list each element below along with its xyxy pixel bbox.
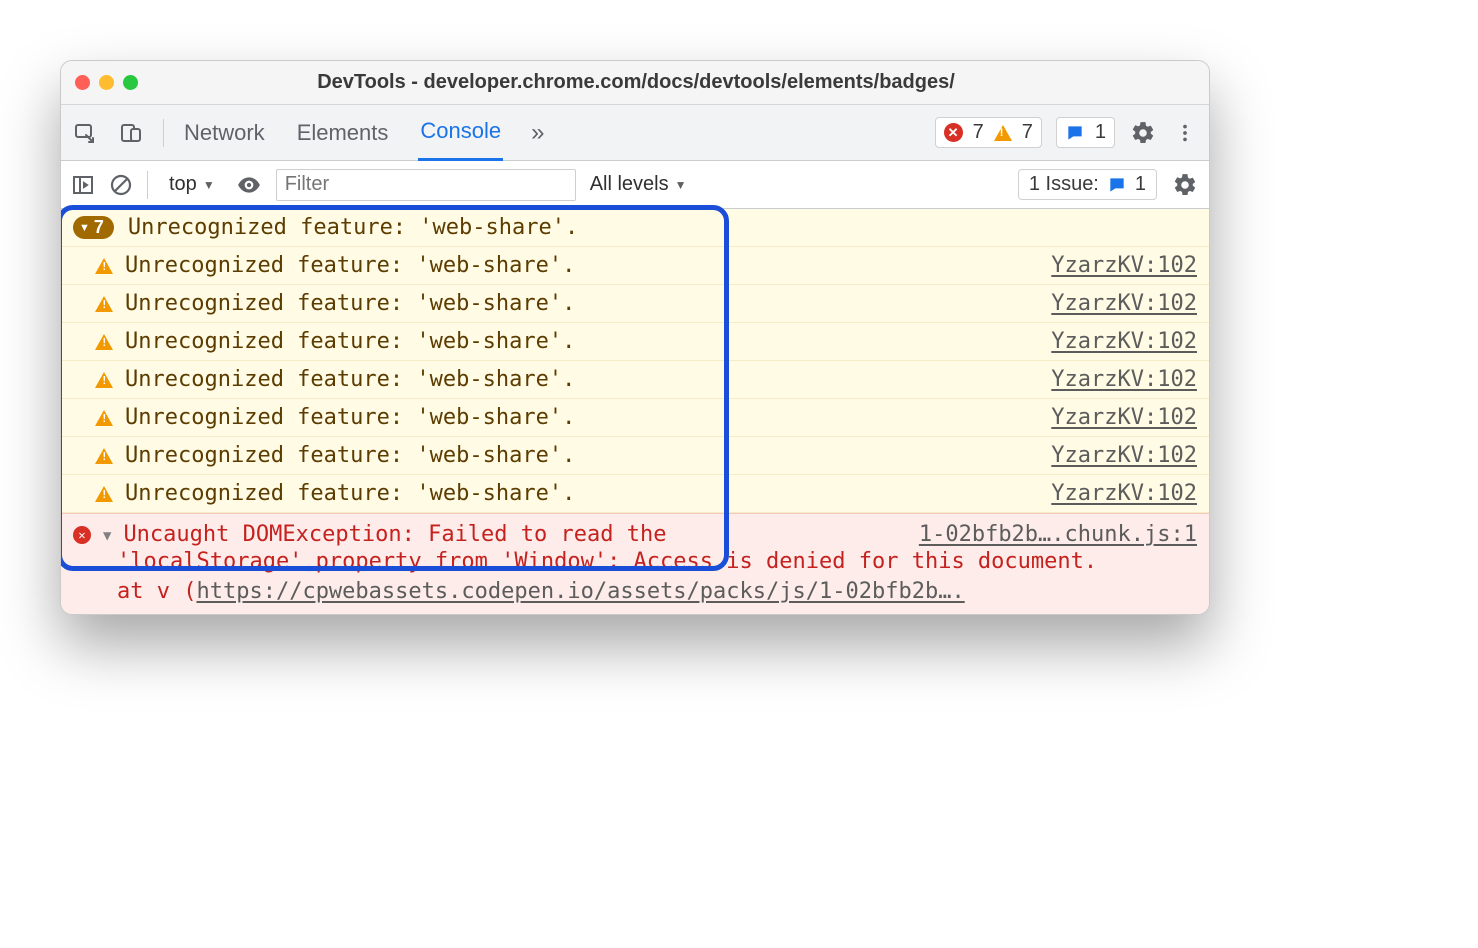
console-filter-input[interactable] [276, 169, 576, 201]
clear-console-icon[interactable] [109, 173, 133, 197]
console-output: ▼ 7 Unrecognized feature: 'web-share'. U… [61, 209, 1209, 614]
console-filter-bar: top ▼ All levels ▼ 1 Issue: 1 [61, 161, 1209, 209]
console-warning-row: Unrecognized feature: 'web-share'. YzarzK… [61, 361, 1209, 399]
warning-count: 7 [1022, 121, 1033, 144]
warning-group-header[interactable]: ▼ 7 Unrecognized feature: 'web-share'. [61, 209, 1209, 247]
tab-elements[interactable]: Elements [295, 106, 391, 160]
error-icon: ✕ [944, 123, 963, 142]
console-settings-icon[interactable] [1171, 171, 1199, 199]
warning-message: Unrecognized feature: 'web-share'. [125, 443, 1039, 468]
window-title: DevTools - developer.chrome.com/docs/dev… [147, 71, 1195, 94]
warning-icon [994, 125, 1012, 141]
chevron-down-icon: ▼ [79, 222, 90, 234]
warning-source-link[interactable]: YzarzKV:102 [1051, 481, 1197, 506]
warning-source-link[interactable]: YzarzKV:102 [1051, 367, 1197, 392]
console-warning-row: Unrecognized feature: 'web-share'. YzarzK… [61, 437, 1209, 475]
kebab-menu-icon[interactable] [1171, 119, 1199, 147]
more-tabs-icon[interactable]: » [531, 119, 544, 147]
warning-source-link[interactable]: YzarzKV:102 [1051, 253, 1197, 278]
error-message-line1: Uncaught DOMException: Failed to read th… [123, 522, 666, 547]
warning-message: Unrecognized feature: 'web-share'. [125, 481, 1039, 506]
warning-source-link[interactable]: YzarzKV:102 [1051, 291, 1197, 316]
chevron-down-icon: ▼ [203, 178, 215, 192]
warning-message: Unrecognized feature: 'web-share'. [125, 367, 1039, 392]
chevron-down-icon[interactable]: ▼ [103, 528, 111, 544]
error-source-link[interactable]: 1-02bfb2b….chunk.js:1 [919, 522, 1197, 547]
error-message-line2: 'localStorage' property from 'Window': A… [117, 549, 1097, 574]
warning-source-link[interactable]: YzarzKV:102 [1051, 405, 1197, 430]
chevron-down-icon: ▼ [675, 178, 687, 192]
warning-icon [95, 334, 113, 350]
warning-message: Unrecognized feature: 'web-share'. [125, 291, 1039, 316]
tab-console[interactable]: Console [418, 104, 503, 161]
close-window-button[interactable] [75, 75, 90, 90]
errors-warnings-badge[interactable]: ✕ 7 7 [935, 117, 1042, 148]
issues-count: 1 [1135, 173, 1146, 196]
issues-badge[interactable]: 1 [1056, 117, 1115, 148]
error-count: 7 [973, 121, 984, 144]
console-error-row: ✕ ▼ Uncaught DOMException: Failed to rea… [61, 513, 1209, 614]
warning-group-count: 7 [94, 217, 104, 238]
error-stack-link[interactable]: https://cpwebassets.codepen.io/assets/pa… [196, 579, 964, 604]
issues-icon [1065, 123, 1085, 143]
warning-icon [95, 296, 113, 312]
warning-source-link[interactable]: YzarzKV:102 [1051, 443, 1197, 468]
log-level-selector[interactable]: All levels ▼ [590, 173, 687, 196]
maximize-window-button[interactable] [123, 75, 138, 90]
warning-message: Unrecognized feature: 'web-share'. [125, 405, 1039, 430]
device-toolbar-icon[interactable] [117, 119, 145, 147]
warning-message: Unrecognized feature: 'web-share'. [125, 329, 1039, 354]
warning-icon [95, 448, 113, 464]
issues-button[interactable]: 1 Issue: 1 [1018, 169, 1157, 200]
warning-icon [95, 372, 113, 388]
live-expression-icon[interactable] [236, 172, 262, 198]
console-warning-row: Unrecognized feature: 'web-share'. YzarzK… [61, 399, 1209, 437]
settings-icon[interactable] [1129, 119, 1157, 147]
warning-count-pill: ▼ 7 [73, 216, 114, 239]
warning-group-message: Unrecognized feature: 'web-share'. [128, 215, 578, 240]
panel-tabs: Network Elements Console » [182, 104, 917, 161]
issues-count: 1 [1095, 121, 1106, 144]
issues-icon [1107, 175, 1127, 195]
console-warning-row: Unrecognized feature: 'web-share'. YzarzK… [61, 475, 1209, 513]
show-console-sidebar-icon[interactable] [71, 173, 95, 197]
warning-source-link[interactable]: YzarzKV:102 [1051, 329, 1197, 354]
warning-message: Unrecognized feature: 'web-share'. [125, 253, 1039, 278]
inspect-element-icon[interactable] [71, 119, 99, 147]
tab-network[interactable]: Network [182, 106, 267, 160]
error-icon: ✕ [73, 526, 91, 544]
warning-icon [95, 486, 113, 502]
traffic-lights [75, 75, 138, 90]
toolbar-right: ✕ 7 7 1 [935, 117, 1199, 148]
warning-icon [95, 410, 113, 426]
console-warning-row: Unrecognized feature: 'web-share'. YzarzK… [61, 285, 1209, 323]
console-warning-row: Unrecognized feature: 'web-share'. YzarzK… [61, 323, 1209, 361]
execution-context-label: top [169, 173, 197, 196]
titlebar: DevTools - developer.chrome.com/docs/dev… [61, 61, 1209, 105]
filterbar-divider [147, 171, 148, 199]
warning-icon [95, 258, 113, 274]
console-warning-row: Unrecognized feature: 'web-share'. YzarzK… [61, 247, 1209, 285]
minimize-window-button[interactable] [99, 75, 114, 90]
devtools-window: DevTools - developer.chrome.com/docs/dev… [60, 60, 1210, 615]
log-level-label: All levels [590, 173, 669, 196]
issues-label: 1 Issue: [1029, 173, 1099, 196]
error-stack-prefix: at v ( [117, 579, 196, 604]
main-toolbar: Network Elements Console » ✕ 7 7 1 [61, 105, 1209, 161]
execution-context-selector[interactable]: top ▼ [162, 168, 222, 201]
toolbar-divider [163, 119, 164, 147]
